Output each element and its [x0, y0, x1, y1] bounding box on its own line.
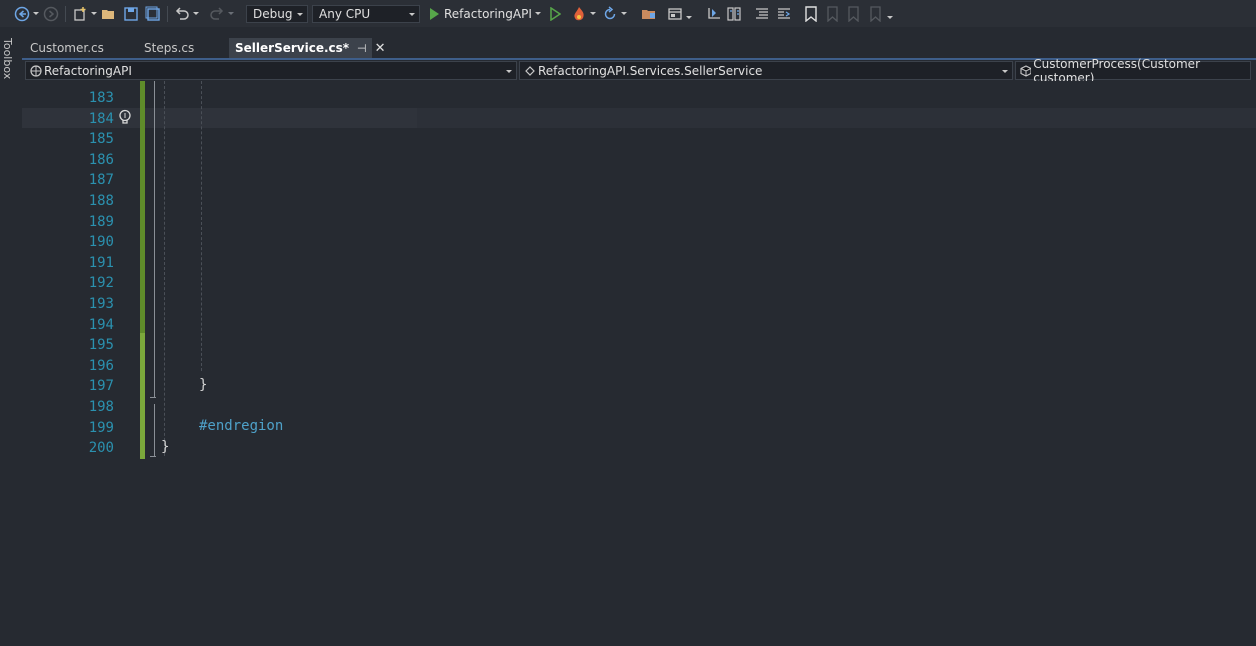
uncomment-lines-icon[interactable] [776, 3, 792, 25]
start-debugging-icon[interactable] [428, 3, 440, 25]
endregion-directive: #endregion [199, 418, 284, 434]
tab-steps-cs[interactable]: Steps.cs [144, 38, 194, 58]
indent-guide [164, 81, 165, 456]
line-number: 195 [88, 337, 114, 354]
change-indicator-unsaved [140, 333, 145, 459]
undo-dropdown-icon[interactable] [193, 12, 199, 15]
forward-icon[interactable] [43, 3, 59, 25]
project-icon [30, 64, 42, 77]
change-indicator-saved [140, 81, 145, 333]
line-number: 194 [88, 316, 114, 333]
previous-bookmark-icon[interactable] [824, 3, 840, 25]
line-number: 197 [88, 378, 114, 395]
navigation-bar: RefactoringAPI RefactoringAPI.Services.S… [22, 57, 1256, 85]
line-number: 186 [88, 151, 114, 168]
tab-sellerservice-cs[interactable]: SellerService.cs* ⊣ ✕ [229, 38, 386, 58]
tab-customer-cs[interactable]: Customer.cs [30, 38, 104, 58]
line-number: 185 [88, 131, 114, 148]
type-name: RefactoringAPI.Services.SellerService [538, 63, 763, 78]
lightbulb-icon[interactable] [118, 109, 132, 127]
back-icon[interactable] [14, 3, 30, 25]
line-number: 189 [88, 213, 114, 230]
toolbar-separator [65, 5, 66, 22]
new-dropdown-icon[interactable] [91, 12, 97, 15]
comment-lines-icon[interactable] [754, 3, 770, 25]
chevron-down-icon [506, 70, 512, 73]
line-number: 200 [88, 440, 114, 457]
new-project-icon[interactable] [72, 3, 88, 25]
line-number: 188 [88, 193, 114, 209]
chevron-down-icon [297, 12, 303, 16]
line-number: 187 [88, 172, 114, 189]
save-icon[interactable] [123, 3, 139, 25]
pin-icon[interactable]: ⊣ [357, 42, 367, 55]
layout-dropdown-icon[interactable] [685, 16, 692, 19]
line-number: 199 [88, 419, 114, 436]
line-number: 193 [88, 296, 114, 312]
line-number: 191 [88, 254, 114, 271]
hot-reload-dropdown-icon[interactable] [589, 12, 596, 15]
toolbox-label[interactable]: Toolbox [1, 38, 14, 79]
close-icon[interactable]: ✕ [375, 41, 386, 56]
chevron-down-icon [1002, 70, 1008, 73]
outline-bar [154, 81, 155, 397]
toolbar-overflow-icon[interactable] [886, 16, 893, 19]
project-name: RefactoringAPI [44, 63, 132, 78]
tab-label: Steps.cs [144, 41, 195, 55]
indent-guide [201, 81, 202, 371]
tab-label: Customer.cs [30, 41, 104, 55]
start-button-label[interactable]: RefactoringAPI [444, 7, 532, 21]
undo-icon[interactable] [174, 3, 190, 25]
toolbox-strip[interactable]: Toolbox [0, 34, 22, 646]
restart-icon[interactable] [602, 3, 618, 25]
line-number: 198 [88, 399, 114, 415]
compare-icon[interactable] [726, 3, 742, 25]
line-number: 192 [88, 275, 114, 292]
outline-bar [154, 404, 155, 456]
outline-end-marker [150, 397, 156, 398]
back-dropdown-icon[interactable] [33, 12, 39, 15]
main-toolbar: Debug Any CPU RefactoringAPI [0, 0, 1256, 27]
line-number: 184 [88, 110, 114, 127]
solution-configuration-value: Debug [253, 6, 293, 21]
class-closing-brace: } [161, 439, 170, 455]
line-number: 196 [88, 357, 114, 374]
open-folder-icon[interactable] [101, 3, 117, 25]
toolbar-separator [167, 5, 168, 22]
solution-platform-value: Any CPU [319, 6, 371, 21]
hot-reload-icon[interactable] [571, 3, 587, 25]
tab-label: SellerService.cs* [235, 41, 350, 55]
line-number: 190 [88, 234, 114, 251]
project-dropdown[interactable]: RefactoringAPI [25, 61, 517, 80]
bookmark-icon[interactable] [804, 3, 818, 25]
code-editor[interactable]: 183 184 185 186 187 188 189 190 191 192 193 194 195 1… [22, 81, 1256, 646]
method-icon [1020, 64, 1032, 77]
redo-icon[interactable] [209, 3, 225, 25]
next-bookmark-icon[interactable] [846, 3, 862, 25]
start-without-debugging-icon[interactable] [549, 3, 561, 25]
type-dropdown[interactable]: RefactoringAPI.Services.SellerService [519, 61, 1013, 80]
outline-end-marker [150, 456, 156, 457]
member-dropdown[interactable]: CustomerProcess(Customer customer) [1015, 57, 1251, 85]
step-icon[interactable] [706, 3, 722, 25]
solution-configuration-select[interactable]: Debug [246, 4, 308, 23]
class-icon [525, 65, 535, 76]
solution-platform-select[interactable]: Any CPU [312, 4, 420, 23]
chevron-down-icon [409, 12, 415, 16]
start-dropdown-icon[interactable] [534, 12, 541, 15]
line-number: 183 [88, 90, 114, 106]
restart-dropdown-icon[interactable] [620, 12, 627, 15]
clear-bookmarks-icon[interactable] [868, 3, 884, 25]
open-folder-icon[interactable] [641, 3, 657, 25]
window-layout-icon[interactable] [667, 3, 683, 25]
closing-brace: } [199, 377, 208, 393]
save-all-icon[interactable] [145, 3, 161, 25]
redo-dropdown-icon[interactable] [228, 12, 234, 15]
